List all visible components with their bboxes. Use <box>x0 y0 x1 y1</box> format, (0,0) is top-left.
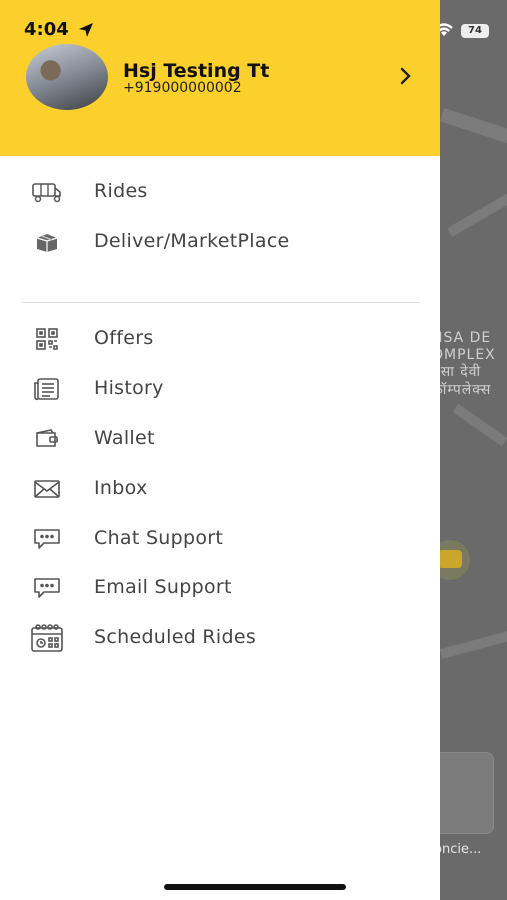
envelope-icon <box>30 475 64 503</box>
auto-rickshaw-icon <box>30 178 64 206</box>
menu-item-offers[interactable]: Offers <box>0 317 440 361</box>
menu-item-chat-support[interactable]: Chat Support <box>0 517 440 561</box>
menu-item-label: Chat Support <box>94 527 224 549</box>
menu-divider <box>22 302 420 303</box>
calendar-icon <box>30 624 64 652</box>
menu-item-scheduled-rides[interactable]: Scheduled Rides <box>0 616 440 660</box>
profile-header[interactable]: 4:04 Hsj Testing Tt +919000000002 <box>0 0 440 156</box>
menu-item-rides[interactable]: Rides <box>0 170 440 214</box>
menu-item-label: Inbox <box>94 477 148 499</box>
avatar[interactable] <box>26 44 108 110</box>
menu-item-email-support[interactable]: Email Support <box>0 566 440 610</box>
chat-bubble-icon <box>30 525 64 553</box>
wallet-icon <box>30 425 64 453</box>
location-arrow-icon <box>78 22 94 42</box>
menu-item-wallet[interactable]: Wallet <box>0 417 440 461</box>
user-name: Hsj Testing Tt <box>123 60 270 82</box>
user-phone: +919000000002 <box>123 80 242 96</box>
menu-item-history[interactable]: History <box>0 367 440 411</box>
service-card-caption: oncie... <box>434 842 482 857</box>
menu-item-label: Wallet <box>94 427 155 449</box>
status-time: 4:04 <box>24 19 69 40</box>
home-indicator[interactable] <box>164 884 346 890</box>
qr-code-icon <box>30 325 64 353</box>
package-icon <box>30 228 64 256</box>
battery-indicator: 74 <box>461 24 489 38</box>
history-list-icon <box>30 375 64 403</box>
menu-item-label: Deliver/MarketPlace <box>94 230 290 252</box>
map-label-line-4: कॉम्पलेक्स <box>432 382 492 398</box>
menu-item-inbox[interactable]: Inbox <box>0 467 440 511</box>
menu-item-label: Rides <box>94 180 148 202</box>
chat-bubble-icon <box>30 574 64 602</box>
menu-item-label: Scheduled Rides <box>94 626 257 648</box>
menu-item-label: Email Support <box>94 576 232 598</box>
menu-item-label: History <box>94 377 164 399</box>
menu-item-deliver-marketplace[interactable]: Deliver/MarketPlace <box>0 220 440 264</box>
navigation-drawer: 4:04 Hsj Testing Tt +919000000002 Rides … <box>0 0 440 900</box>
menu-item-label: Offers <box>94 327 154 349</box>
service-card[interactable] <box>432 752 494 834</box>
map-label-line-2: OMPLEX <box>432 347 496 363</box>
map-label-line-1: NSA DE <box>432 330 492 346</box>
chevron-right-icon[interactable] <box>399 66 413 90</box>
